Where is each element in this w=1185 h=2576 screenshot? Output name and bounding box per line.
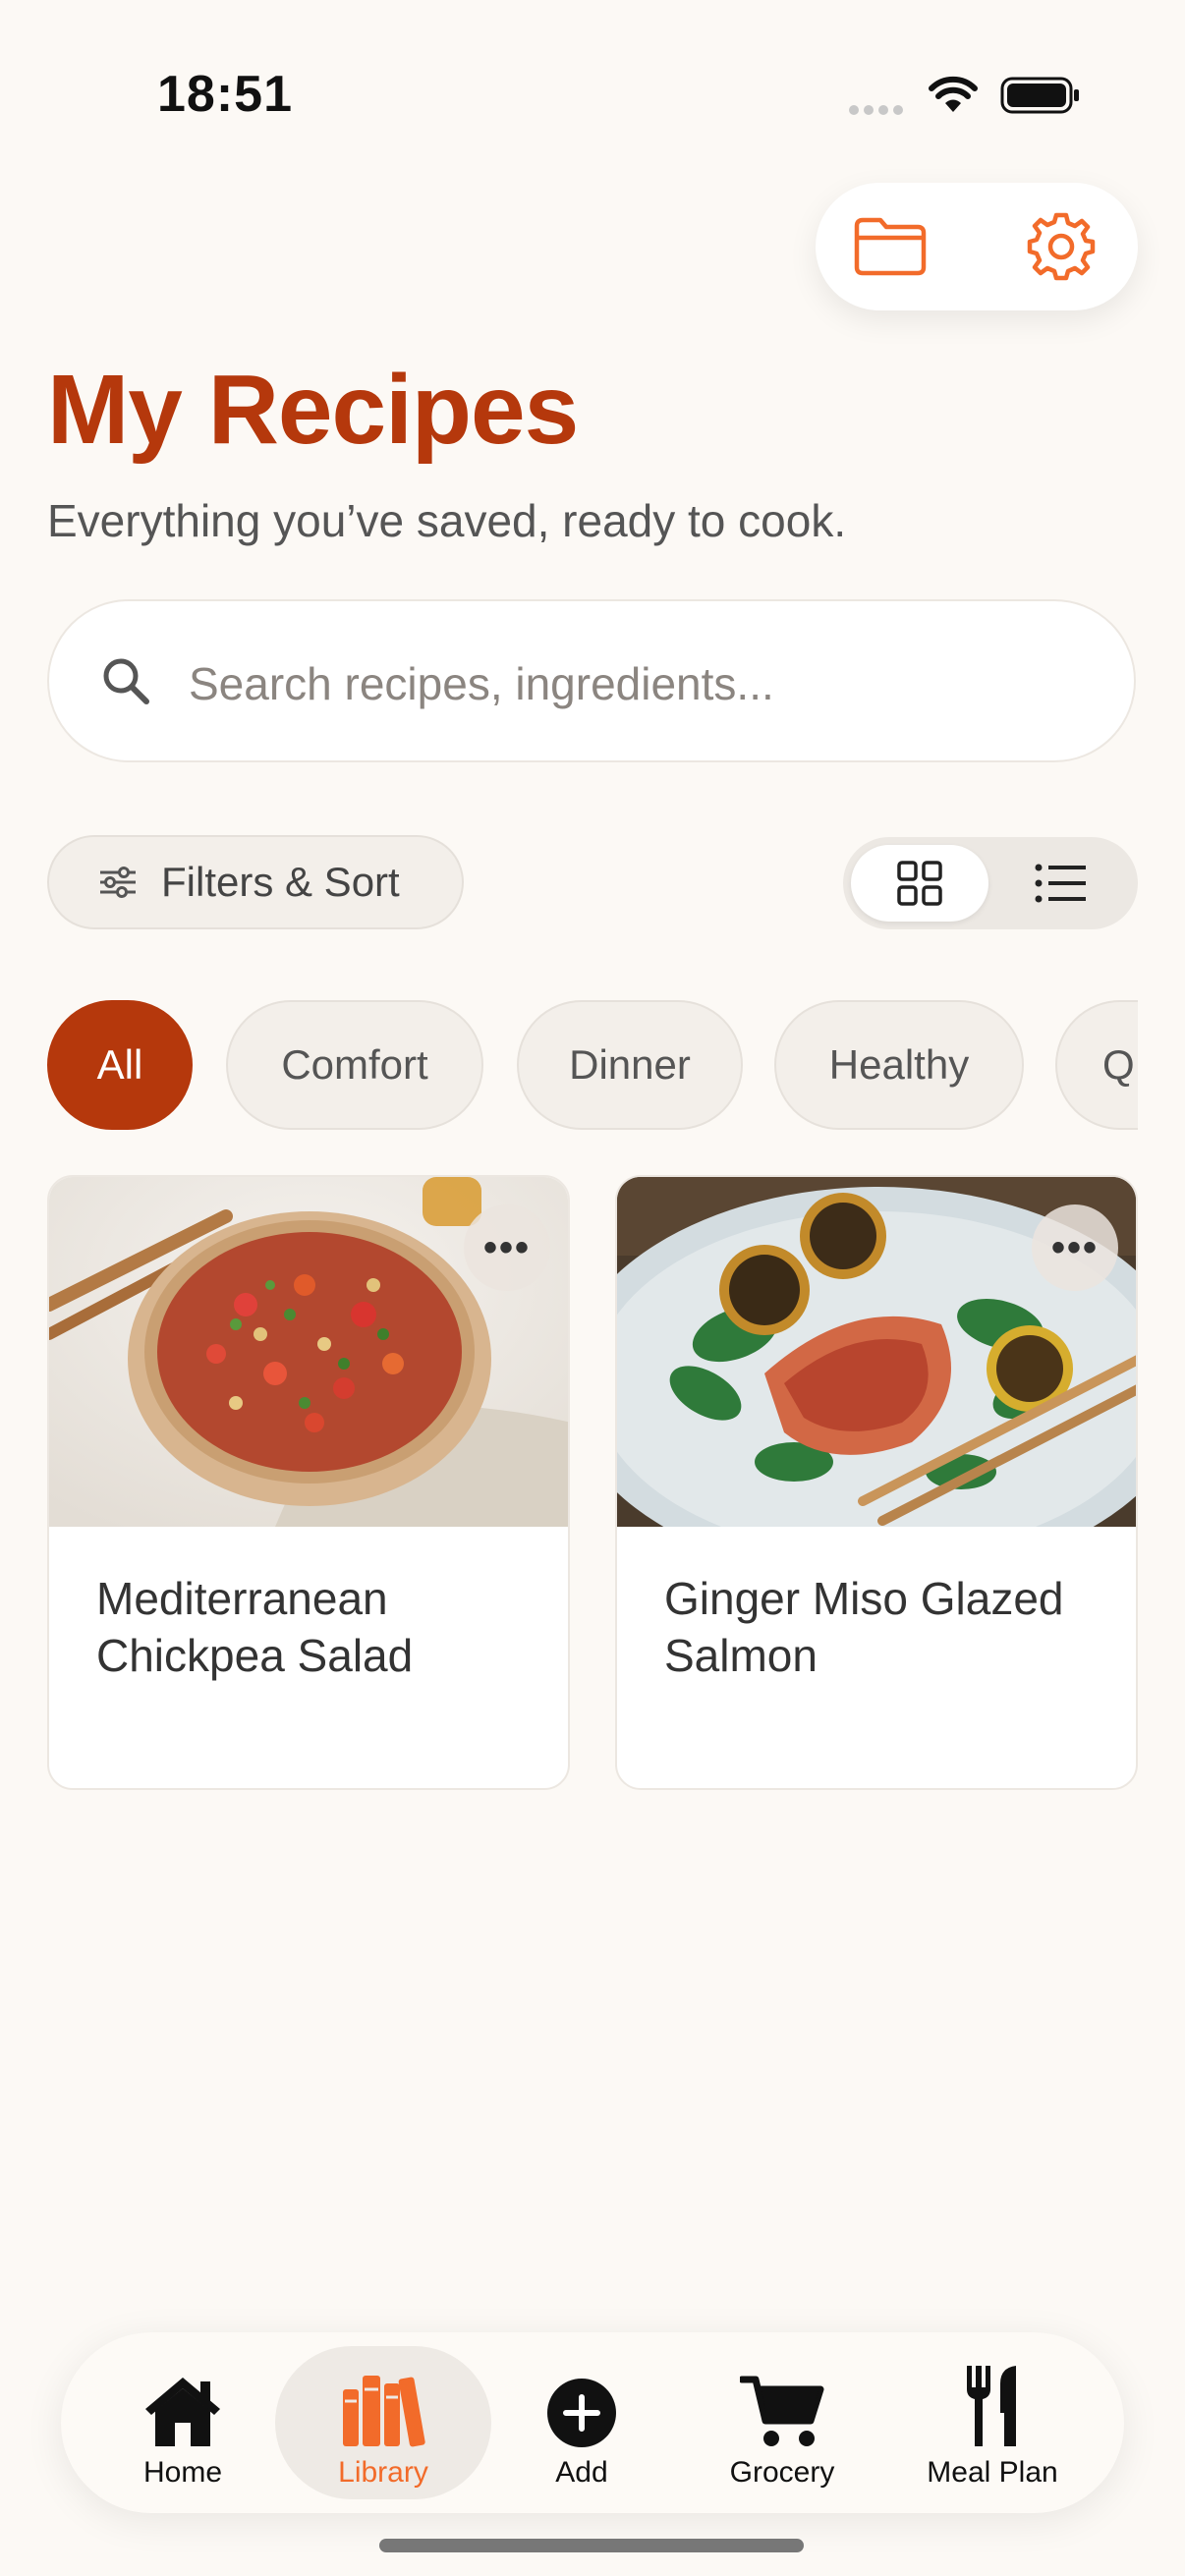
wifi-icon	[928, 75, 979, 119]
tab-home[interactable]: Home	[85, 2346, 281, 2499]
gear-icon	[1027, 212, 1096, 281]
page-title: My Recipes	[47, 355, 579, 465]
tab-meal-plan[interactable]: Meal Plan	[894, 2346, 1091, 2499]
house-icon	[145, 2378, 220, 2446]
status-time: 18:51	[157, 66, 293, 123]
recipe-more-button[interactable]: •••	[1032, 1204, 1118, 1291]
tab-library[interactable]: Library	[275, 2346, 491, 2499]
grid-icon	[897, 861, 942, 906]
list-icon	[1035, 864, 1086, 903]
tab-grocery[interactable]: Grocery	[684, 2346, 880, 2499]
filters-sort-label: Filters & Sort	[161, 859, 400, 905]
view-toggle	[843, 837, 1138, 929]
recipe-photo: •••	[617, 1177, 1136, 1527]
fork-knife-icon	[967, 2366, 1016, 2446]
tab-bar: Home Library Add Grocery Meal Plan	[61, 2332, 1124, 2513]
search-bar[interactable]	[47, 599, 1136, 762]
tab-add[interactable]: Add	[483, 2346, 680, 2499]
search-input[interactable]	[187, 641, 1075, 727]
chip-q[interactable]: Q	[1055, 1000, 1138, 1130]
battery-icon	[1000, 77, 1081, 119]
tab-label: Meal Plan	[927, 2456, 1058, 2489]
recipe-name: Mediterranean Chickpea Salad	[96, 1573, 414, 1681]
chip-all[interactable]: All	[47, 1000, 193, 1130]
list-view-button[interactable]	[992, 845, 1130, 922]
recipe-more-button[interactable]: •••	[464, 1204, 550, 1291]
tab-label: Grocery	[729, 2456, 835, 2489]
chip-comfort[interactable]: Comfort	[226, 1000, 483, 1130]
page-subtitle: Everything you’ve saved, ready to cook.	[47, 495, 847, 546]
recipe-name: Ginger Miso Glazed Salmon	[664, 1573, 1064, 1681]
chip-dinner[interactable]: Dinner	[517, 1000, 743, 1130]
tab-label: Add	[555, 2456, 608, 2489]
books-icon	[343, 2376, 425, 2447]
folder-icon	[854, 217, 927, 276]
cart-icon	[740, 2376, 824, 2446]
chip-healthy[interactable]: Healthy	[774, 1000, 1024, 1130]
tab-label: Home	[142, 2456, 223, 2489]
sliders-icon	[100, 867, 136, 898]
recipe-card[interactable]: ••• Ginger Miso Glazed Salmon	[615, 1175, 1138, 1790]
cellular-signal-icon	[849, 102, 908, 116]
tab-label: Library	[338, 2456, 428, 2489]
recipe-photo: •••	[49, 1177, 568, 1527]
settings-button[interactable]	[1022, 207, 1100, 286]
category-chips: All Comfort Dinner Healthy Q	[47, 1000, 1138, 1130]
top-actions	[816, 183, 1138, 310]
grid-view-button[interactable]	[851, 845, 988, 922]
search-icon	[103, 658, 149, 704]
folder-button[interactable]	[851, 207, 930, 286]
plus-circle-icon	[547, 2379, 616, 2447]
filters-sort-button[interactable]: Filters & Sort	[47, 835, 464, 929]
home-indicator	[379, 2539, 804, 2552]
recipe-card[interactable]: ••• Mediterranean Chickpea Salad	[47, 1175, 570, 1790]
